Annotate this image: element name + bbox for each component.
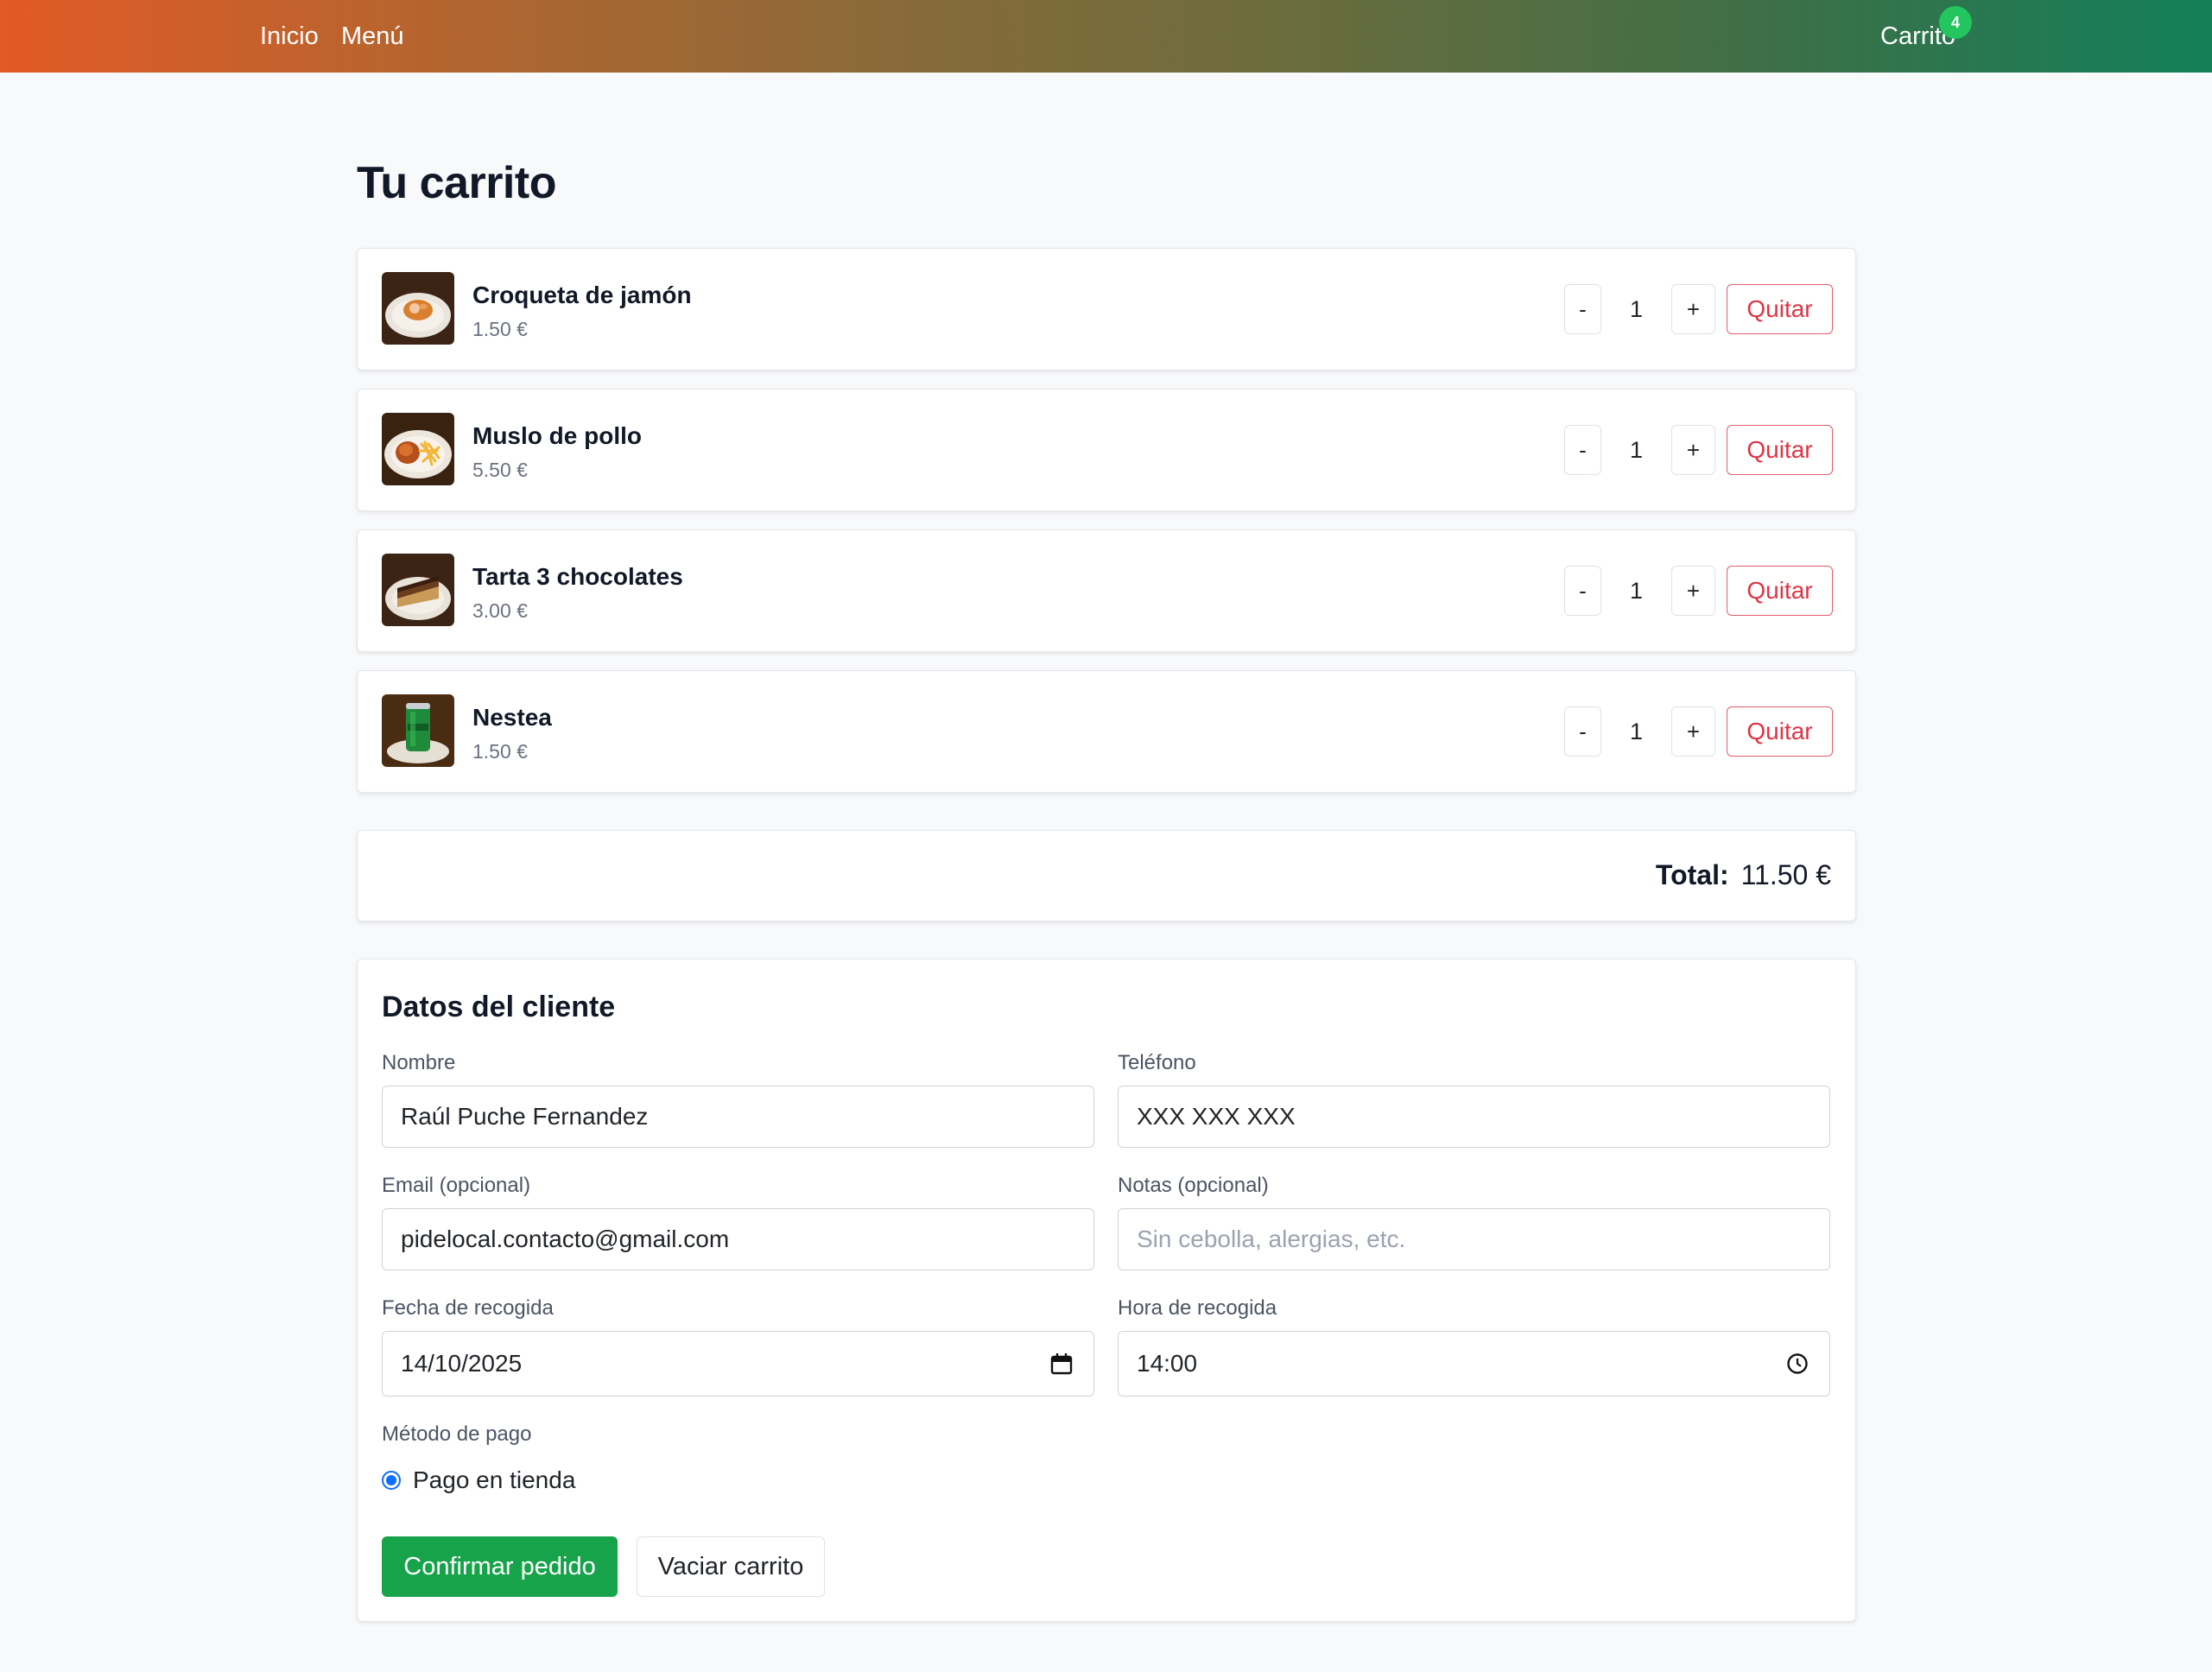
- total-line: Total: 11.50 €: [1656, 859, 1831, 891]
- decrement-button[interactable]: -: [1564, 566, 1601, 616]
- item-name: Croqueta de jamón: [472, 282, 692, 308]
- confirm-order-button[interactable]: Confirmar pedido: [382, 1536, 618, 1597]
- decrement-button[interactable]: -: [1564, 706, 1601, 757]
- email-field[interactable]: pidelocal.contacto@gmail.com: [382, 1208, 1094, 1270]
- name-label: Nombre: [382, 1051, 456, 1074]
- cart-item: Tarta 3 chocolates 3.00 € - 1 + Quitar: [357, 529, 1856, 652]
- pickup-time-label: Hora de recogida: [1118, 1296, 1277, 1320]
- quantity-value: 1: [1629, 719, 1644, 744]
- chicken-fries-image: [382, 413, 454, 485]
- calendar-icon[interactable]: [1050, 1352, 1073, 1375]
- item-name: Muslo de pollo: [472, 422, 642, 449]
- total-value: 11.50 €: [1740, 859, 1831, 890]
- cart-item: Nestea 1.50 € - 1 + Quitar: [357, 670, 1856, 793]
- cart-item: Muslo de pollo 5.50 € - 1 + Quitar: [357, 389, 1856, 511]
- chocolate-cake-image: [382, 554, 454, 626]
- remove-item-button[interactable]: Quitar: [1727, 566, 1833, 616]
- decrement-button[interactable]: -: [1564, 284, 1601, 334]
- nav-link-inicio[interactable]: Inicio: [260, 19, 319, 54]
- item-price: 1.50 €: [472, 318, 528, 340]
- payment-method-label: Método de pago: [382, 1422, 532, 1446]
- payment-radio-in-store[interactable]: [382, 1471, 401, 1490]
- increment-button[interactable]: +: [1671, 566, 1715, 616]
- payment-option-label[interactable]: Pago en tienda: [413, 1466, 575, 1494]
- notes-field[interactable]: Sin cebolla, alergias, etc.: [1118, 1208, 1830, 1270]
- quantity-value: 1: [1629, 296, 1644, 322]
- quantity-value: 1: [1629, 437, 1644, 463]
- total-label: Total:: [1655, 859, 1729, 890]
- top-navbar: Inicio Menú Carrito 4: [0, 0, 2212, 73]
- total-card: Total: 11.50 €: [357, 830, 1856, 922]
- croqueta-image: [382, 272, 454, 345]
- pickup-date-value: 14/10/2025: [401, 1350, 523, 1377]
- pickup-time-value: 14:00: [1137, 1350, 1198, 1377]
- item-price: 1.50 €: [472, 740, 528, 763]
- increment-button[interactable]: +: [1671, 425, 1715, 475]
- increment-button[interactable]: +: [1671, 706, 1715, 757]
- nav-link-menu[interactable]: Menú: [341, 19, 404, 54]
- item-price: 3.00 €: [472, 599, 528, 622]
- remove-item-button[interactable]: Quitar: [1727, 425, 1833, 475]
- pickup-date-label: Fecha de recogida: [382, 1296, 554, 1320]
- customer-form: Datos del cliente Nombre Raúl Puche Fern…: [357, 959, 1856, 1622]
- decrement-button[interactable]: -: [1564, 425, 1601, 475]
- empty-cart-button[interactable]: Vaciar carrito: [637, 1536, 825, 1597]
- email-label: Email (opcional): [382, 1174, 531, 1197]
- remove-item-button[interactable]: Quitar: [1727, 284, 1833, 334]
- clock-icon[interactable]: [1786, 1352, 1809, 1375]
- remove-item-button[interactable]: Quitar: [1727, 706, 1833, 757]
- notes-label: Notas (opcional): [1118, 1174, 1269, 1197]
- page-title: Tu carrito: [357, 158, 556, 208]
- cart-item: Croqueta de jamón 1.50 € - 1 + Quitar: [357, 248, 1856, 370]
- quantity-value: 1: [1629, 578, 1644, 604]
- item-name: Tarta 3 chocolates: [472, 563, 683, 590]
- item-price: 5.50 €: [472, 459, 528, 481]
- nestea-can-image: [382, 694, 454, 767]
- pickup-date-field[interactable]: 14/10/2025: [382, 1331, 1094, 1396]
- phone-label: Teléfono: [1118, 1051, 1196, 1074]
- form-title: Datos del cliente: [382, 991, 616, 1023]
- increment-button[interactable]: +: [1671, 284, 1715, 334]
- name-field[interactable]: Raúl Puche Fernandez: [382, 1086, 1094, 1148]
- pickup-time-field[interactable]: 14:00: [1118, 1331, 1830, 1396]
- item-name: Nestea: [472, 704, 552, 731]
- cart-count-badge: 4: [1939, 6, 1972, 39]
- phone-field[interactable]: XXX XXX XXX: [1118, 1086, 1830, 1148]
